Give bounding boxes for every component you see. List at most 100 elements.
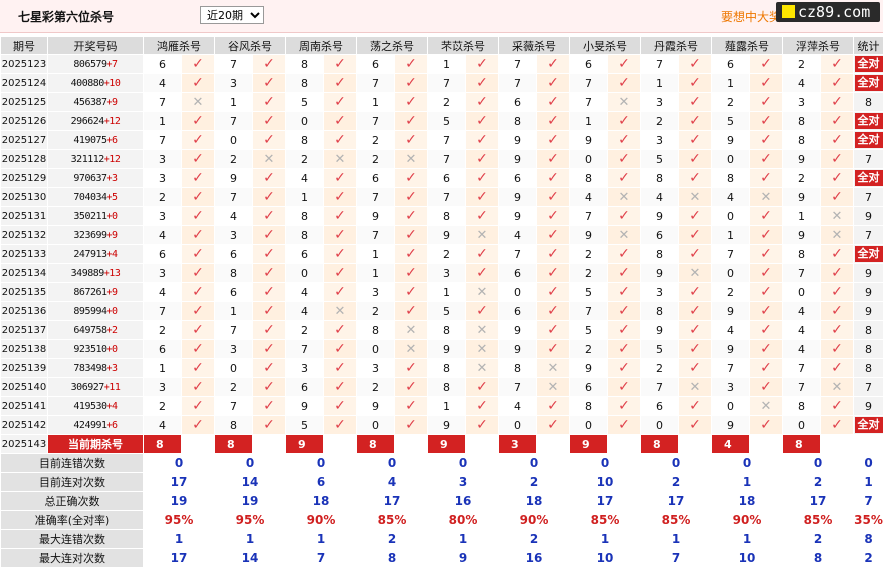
check-icon: ✓ <box>760 247 772 261</box>
numbers-cell: 419075+6 <box>48 131 144 150</box>
kill-result: ✓ <box>750 302 783 321</box>
check-icon: ✓ <box>334 57 346 71</box>
check-icon: ✓ <box>334 133 346 147</box>
kill-result: ✓ <box>182 207 215 226</box>
kill-number: 6 <box>499 93 537 112</box>
brand-badge[interactable]: cz89.com <box>776 2 880 22</box>
kill-result: ✓ <box>679 340 712 359</box>
check-icon: ✓ <box>263 190 275 204</box>
stat-cell: 9 <box>854 283 883 302</box>
check-icon: ✓ <box>192 152 204 166</box>
check-icon: ✓ <box>334 380 346 394</box>
cross-icon: ✕ <box>761 191 772 204</box>
stat-cell: 全对 <box>854 169 883 188</box>
check-icon: ✓ <box>760 114 772 128</box>
cross-icon: ✕ <box>477 362 488 375</box>
kill-number: 8 <box>712 169 750 188</box>
check-icon: ✓ <box>831 133 843 147</box>
kill-result: ✓ <box>679 302 712 321</box>
cross-icon: ✕ <box>832 381 843 394</box>
check-icon: ✓ <box>547 171 559 185</box>
cross-icon: ✕ <box>690 267 701 280</box>
kill-number: 3 <box>428 264 466 283</box>
kill-number: 4 <box>783 302 821 321</box>
kill-result: ✕ <box>324 302 357 321</box>
check-icon: ✓ <box>547 209 559 223</box>
stats-value: 16 <box>499 549 570 568</box>
check-icon: ✓ <box>334 247 346 261</box>
kill-result: ✓ <box>608 245 641 264</box>
check-icon: ✓ <box>547 304 559 318</box>
period-cell: 2025134 <box>1 264 48 283</box>
kill-result: ✓ <box>679 226 712 245</box>
draw-digits: 923510 <box>73 344 106 355</box>
current-kill-spacer <box>466 435 499 454</box>
period-select[interactable]: 近20期 <box>200 6 264 24</box>
stat-cell: 9 <box>854 264 883 283</box>
kill-number: 2 <box>641 359 679 378</box>
kill-result: ✓ <box>466 264 499 283</box>
kill-result: ✓ <box>679 416 712 435</box>
period-cell: 2025139 <box>1 359 48 378</box>
check-icon: ✓ <box>760 418 772 432</box>
stats-value: 0 <box>428 454 499 473</box>
kill-result: ✓ <box>324 131 357 150</box>
kill-result: ✓ <box>253 74 286 93</box>
kill-number: 6 <box>215 245 253 264</box>
kill-result: ✕ <box>466 226 499 245</box>
kill-result: ✓ <box>466 112 499 131</box>
table-row: 2025135867261+94✓6✓4✓3✓1✕0✓5✓3✓2✓0✓9 <box>1 283 883 302</box>
kill-result: ✓ <box>821 283 854 302</box>
kill-number: 8 <box>286 74 324 93</box>
kill-result: ✓ <box>608 397 641 416</box>
stats-value: 0 <box>641 454 712 473</box>
promo-text[interactable]: 要想中大奖 <box>721 8 781 25</box>
kill-result: ✓ <box>395 397 428 416</box>
table-row: 2025129970637+33✓9✓4✓6✓6✓6✓8✓8✓8✓2✓全对 <box>1 169 883 188</box>
kill-result: ✓ <box>679 150 712 169</box>
col-header-expert: 谷风杀号 <box>215 37 286 55</box>
kill-result: ✓ <box>821 321 854 340</box>
kill-result: ✓ <box>537 131 570 150</box>
kill-result: ✓ <box>395 359 428 378</box>
kill-number: 9 <box>641 321 679 340</box>
numbers-cell: 350211+0 <box>48 207 144 226</box>
draw-sum: +9 <box>107 287 118 298</box>
kill-result: ✓ <box>182 264 215 283</box>
numbers-cell: 456387+9 <box>48 93 144 112</box>
draw-sum: +7 <box>107 59 118 70</box>
cross-icon: ✕ <box>335 305 346 318</box>
stats-value: 8 <box>357 549 428 568</box>
kill-result: ✓ <box>182 131 215 150</box>
kill-result: ✓ <box>608 378 641 397</box>
kill-number: 6 <box>357 169 395 188</box>
kill-result: ✓ <box>821 188 854 207</box>
kill-result: ✓ <box>821 264 854 283</box>
draw-sum: +9 <box>107 97 118 108</box>
kill-number: 0 <box>783 283 821 302</box>
kill-result: ✓ <box>466 207 499 226</box>
check-icon: ✓ <box>760 57 772 71</box>
draw-sum: +6 <box>107 135 118 146</box>
check-icon: ✓ <box>192 114 204 128</box>
kill-result: ✓ <box>395 245 428 264</box>
correct-count: 9 <box>865 267 872 280</box>
kill-result: ✓ <box>608 169 641 188</box>
stat-cell: 9 <box>854 302 883 321</box>
kill-number: 7 <box>570 93 608 112</box>
kill-number: 8 <box>783 397 821 416</box>
stats-value: 95% <box>144 511 215 530</box>
page-title: 七星彩第六位杀号 <box>18 8 114 25</box>
kill-number: 9 <box>641 207 679 226</box>
kill-result: ✓ <box>537 150 570 169</box>
col-header-period: 期号 <box>1 37 48 55</box>
kill-number: 3 <box>641 93 679 112</box>
kill-result: ✓ <box>821 74 854 93</box>
kill-number: 3 <box>286 359 324 378</box>
table-row: 2025128321112+123✓2✕2✕2✕7✓9✓0✓5✓0✓9✓7 <box>1 150 883 169</box>
table-row: 2025136895994+07✓1✓4✕2✓5✓6✓7✓8✓9✓4✓9 <box>1 302 883 321</box>
current-kill: 8 <box>357 435 395 454</box>
check-icon: ✓ <box>263 209 275 223</box>
stats-value: 18 <box>712 492 783 511</box>
col-header-stat: 统计 <box>854 37 883 55</box>
